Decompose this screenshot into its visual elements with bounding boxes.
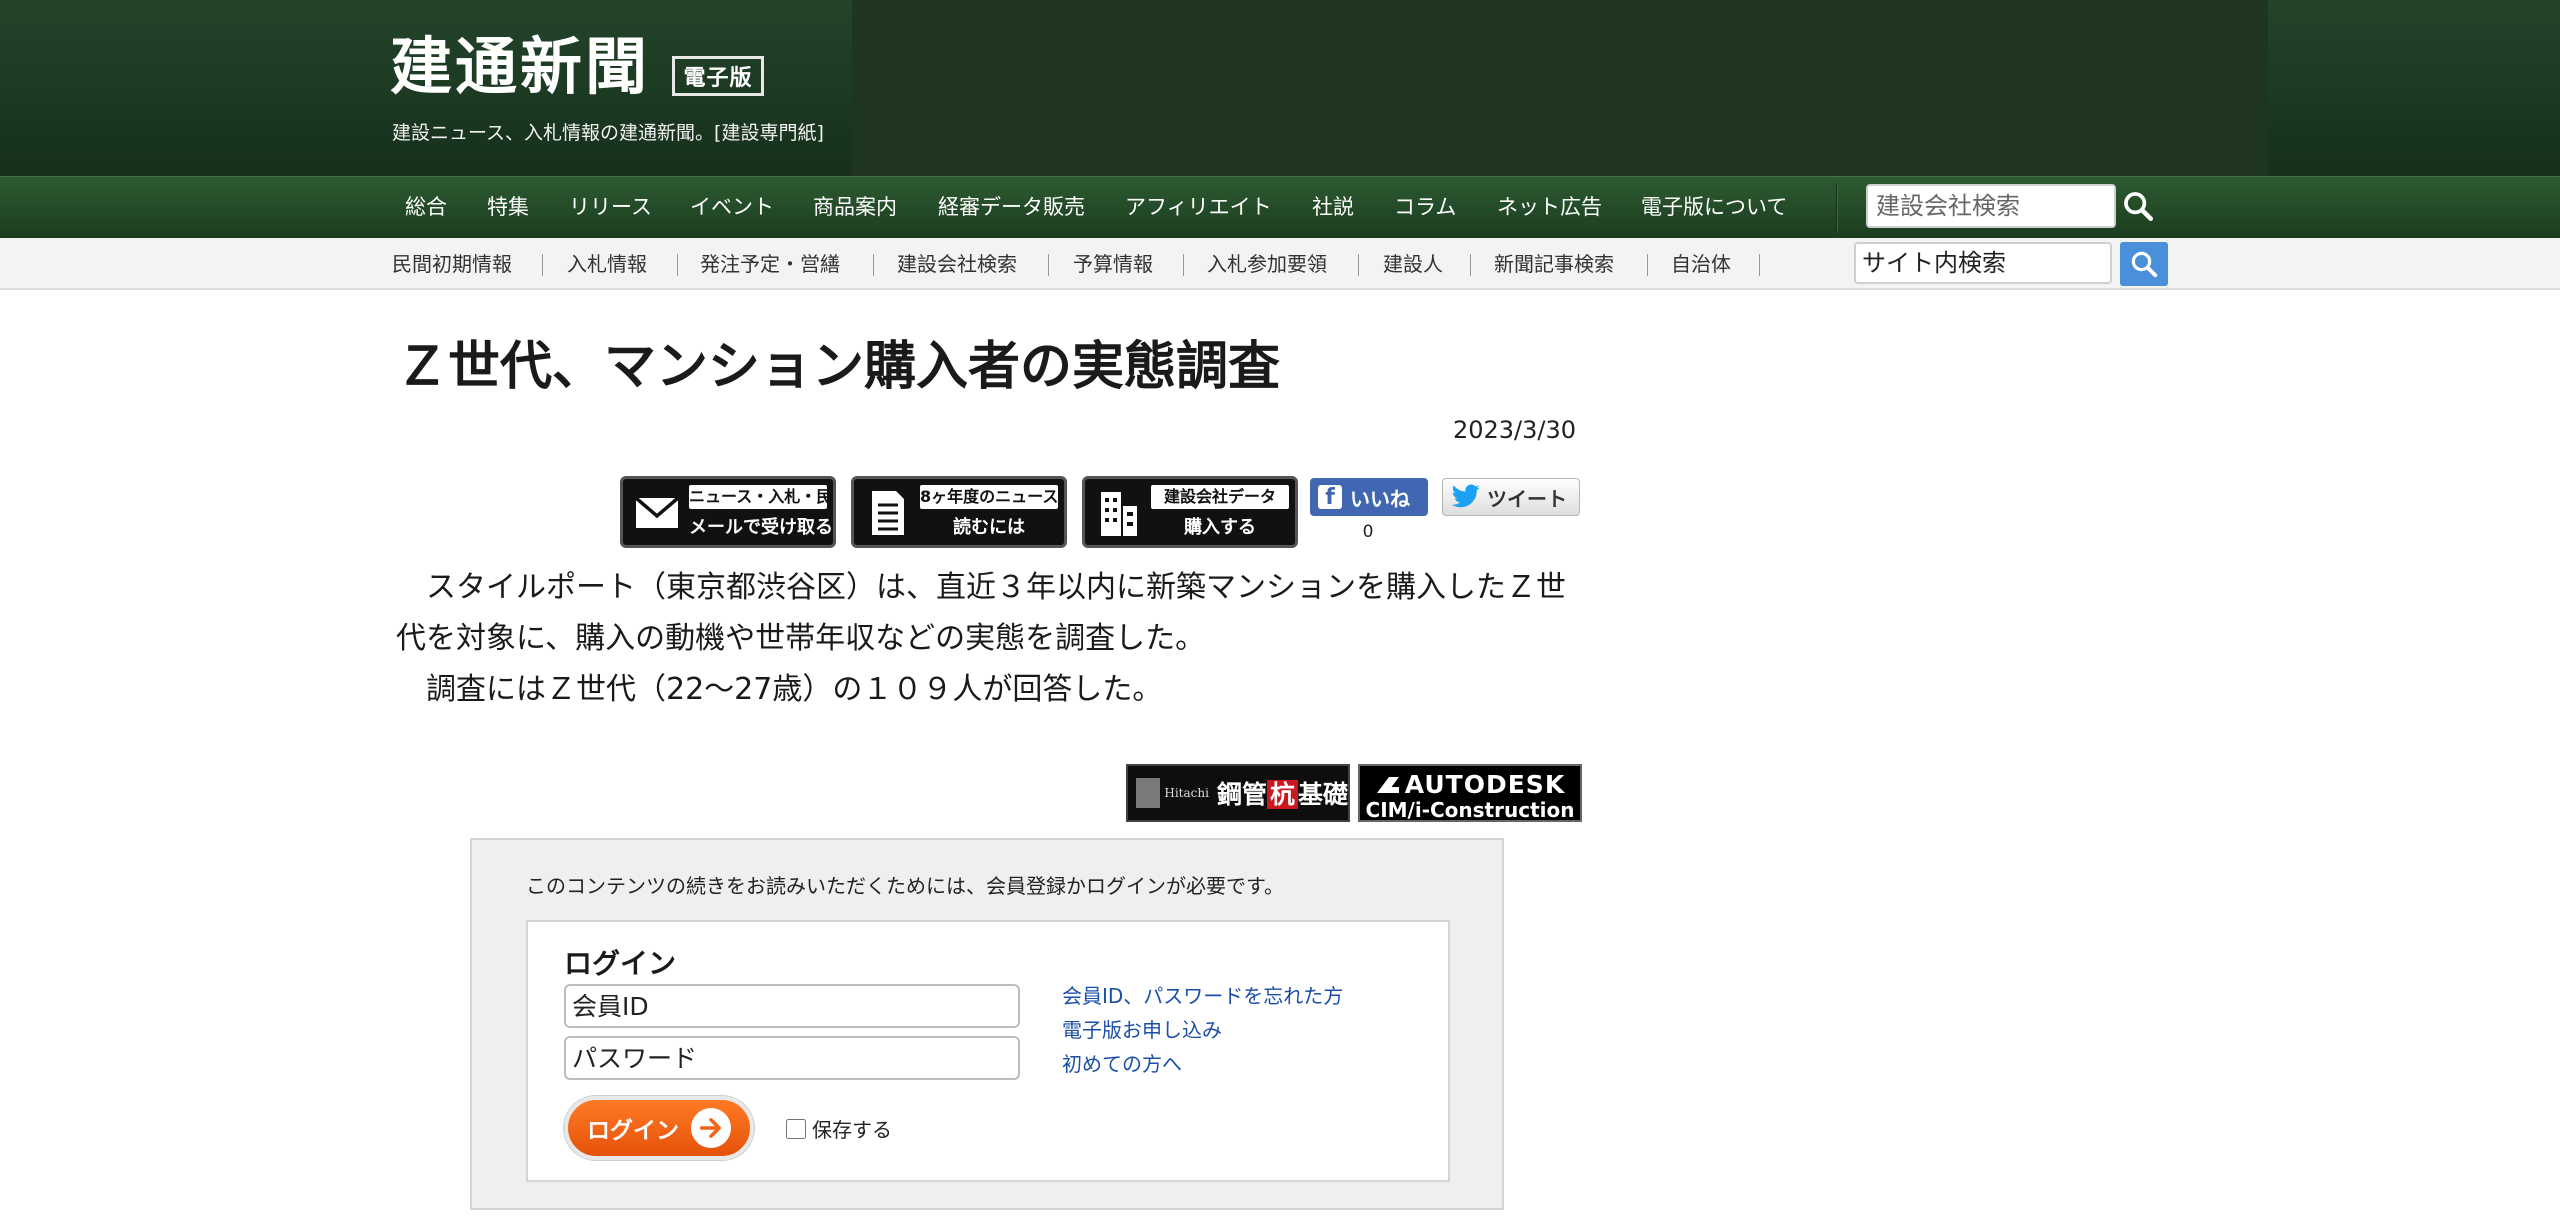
article-paragraph: 調査にはＺ世代（22～27歳）の１０９人が回答した。 xyxy=(396,672,1163,707)
autodesk-ad-subtitle: CIM/i-Construction xyxy=(1365,798,1575,822)
site-search-button[interactable] xyxy=(2120,242,2168,286)
password-input[interactable] xyxy=(564,1036,1020,1080)
first-time-link[interactable]: 初めての方へ xyxy=(1062,1048,1182,1077)
digital-subscription-link[interactable]: 電子版お申し込み xyxy=(1062,1014,1222,1043)
facebook-icon: f xyxy=(1318,485,1342,509)
subnav-municipalities[interactable]: 自治体 xyxy=(1671,238,1731,290)
autodesk-ad-banner[interactable]: AUTODESK CIM/i-Construction xyxy=(1358,764,1582,822)
facebook-like-label: いいね xyxy=(1350,486,1410,511)
nav-item-releases[interactable]: リリース xyxy=(569,177,652,239)
member-id-input[interactable] xyxy=(564,984,1020,1028)
remember-label: 保存する xyxy=(812,1118,892,1142)
subnav-separator xyxy=(1358,254,1359,276)
login-heading: ログイン xyxy=(564,947,677,980)
subnav-budget-info[interactable]: 予算情報 xyxy=(1073,238,1153,290)
nav-item-events[interactable]: イベント xyxy=(690,177,774,239)
subnav-separator xyxy=(1759,254,1760,276)
search-icon xyxy=(2124,192,2154,222)
subnav-bid-info[interactable]: 入札情報 xyxy=(567,238,647,290)
header-banner-area xyxy=(852,0,2268,176)
nav-item-products[interactable]: 商品案内 xyxy=(813,177,897,239)
mail-subscribe-button[interactable]: ニュース・入札・民間 メールで受け取る xyxy=(620,476,836,548)
subnav-company-search[interactable]: 建設会社検索 xyxy=(897,238,1017,290)
mail-subscribe-top: ニュース・入札・民間 xyxy=(689,485,833,509)
login-button-label: ログイン xyxy=(587,1118,679,1144)
hitachi-ad-main-text: 鋼管杭基礎 xyxy=(1216,780,1348,809)
mail-subscribe-bottom: メールで受け取る xyxy=(689,517,833,538)
article-title: Ｚ世代、マンション購入者の実態調査 xyxy=(396,337,1281,397)
sub-nav: 民間初期情報 入札情報 発注予定・営繕 建設会社検索 予算情報 入札参加要領 建… xyxy=(0,238,2560,290)
article-date: 2023/3/30 xyxy=(1452,416,1576,444)
edition-badge: 電子版 xyxy=(672,56,764,96)
paywall-box: このコンテンツの続きをお読みいただくためには、会員登録かログインが必要です。 ロ… xyxy=(470,838,1504,1210)
mail-icon xyxy=(631,487,683,539)
paywall-note: このコンテンツの続きをお読みいただくためには、会員登録かログインが必要です。 xyxy=(526,874,1284,898)
company-data-bottom: 購入する xyxy=(1184,517,1256,538)
nav-item-general[interactable]: 総合 xyxy=(405,177,447,239)
tweet-label: ツイート xyxy=(1487,486,1567,511)
nav-item-features[interactable]: 特集 xyxy=(487,177,529,239)
archive-news-bottom: 読むには xyxy=(953,517,1025,538)
subnav-separator xyxy=(1647,254,1648,276)
arrow-right-icon xyxy=(691,1108,731,1148)
subnav-bid-requirements[interactable]: 入札参加要領 xyxy=(1207,238,1327,290)
document-icon xyxy=(862,487,914,539)
archive-news-button[interactable]: 8ヶ年度のニュース 読むには xyxy=(851,476,1067,548)
subnav-separator xyxy=(1470,254,1471,276)
article-body: スタイルポート（東京都渋谷区）は、直近３年以内に新築マンションを購入したＺ世代を… xyxy=(396,562,1592,715)
subnav-order-schedule[interactable]: 発注予定・営繕 xyxy=(700,238,840,290)
login-button[interactable]: ログイン xyxy=(564,1096,754,1160)
company-search-button[interactable] xyxy=(2118,186,2158,226)
facebook-like-count: 0 xyxy=(1362,522,1374,542)
site-search-input[interactable] xyxy=(1854,242,2112,284)
tweet-button[interactable]: ツイート xyxy=(1442,478,1580,516)
subnav-separator xyxy=(542,254,543,276)
subnav-separator xyxy=(1183,254,1184,276)
twitter-bird-icon xyxy=(1451,484,1480,508)
autodesk-logo-icon xyxy=(1376,777,1399,793)
autodesk-ad-title: AUTODESK xyxy=(1360,770,1580,799)
hitachi-pile-ad-banner[interactable]: Hitachi 鋼管杭基礎 xyxy=(1126,764,1350,822)
nav-divider xyxy=(1836,183,1838,233)
remember-checkbox[interactable] xyxy=(786,1118,806,1139)
archive-news-top: 8ヶ年度のニュース xyxy=(920,485,1058,509)
subnav-article-search[interactable]: 新聞記事検索 xyxy=(1494,238,1614,290)
facebook-like-button[interactable]: f いいね xyxy=(1310,478,1428,516)
site-tagline: 建設ニュース、入札情報の建通新聞。[建設専門紙] xyxy=(392,122,824,144)
login-form: ログイン ログイン 保存する 会員ID、パスワードを忘れた方 電子版お申し込み … xyxy=(526,920,1450,1182)
nav-item-net-ads[interactable]: ネット広告 xyxy=(1497,177,1602,239)
hitachi-logo-icon xyxy=(1136,778,1161,808)
subnav-separator xyxy=(873,254,874,276)
nav-item-about-digital[interactable]: 電子版について xyxy=(1641,177,1787,239)
company-data-top: 建設会社データ xyxy=(1151,485,1289,509)
company-data-button[interactable]: 建設会社データ 購入する xyxy=(1082,476,1298,548)
remember-login[interactable]: 保存する xyxy=(786,1114,892,1143)
subnav-private-info[interactable]: 民間初期情報 xyxy=(392,238,512,290)
forgot-credentials-link[interactable]: 会員ID、パスワードを忘れた方 xyxy=(1062,980,1343,1009)
nav-item-column[interactable]: コラム xyxy=(1394,177,1456,239)
subnav-separator xyxy=(1048,254,1049,276)
main-nav: 総合 特集 リリース イベント 商品案内 経審データ販売 アフィリエイト 社説 … xyxy=(0,176,2560,238)
subnav-separator xyxy=(677,254,678,276)
site-logo-title[interactable]: 建通新聞 xyxy=(390,36,650,98)
search-icon xyxy=(2131,251,2158,278)
hitachi-ad-small-text: Hitachi xyxy=(1164,786,1209,800)
nav-item-affiliate[interactable]: アフィリエイト xyxy=(1125,177,1272,239)
building-icon xyxy=(1093,487,1145,539)
subnav-construction-people[interactable]: 建設人 xyxy=(1383,238,1443,290)
company-search-input[interactable] xyxy=(1866,184,2116,228)
article-paragraph: スタイルポート（東京都渋谷区）は、直近３年以内に新築マンションを購入したＺ世代を… xyxy=(396,570,1566,656)
nav-item-editorial[interactable]: 社説 xyxy=(1312,177,1354,239)
nav-item-keishin-data[interactable]: 経審データ販売 xyxy=(938,177,1085,239)
site-header: 建通新聞 電子版 建設ニュース、入札情報の建通新聞。[建設専門紙] xyxy=(0,0,2560,176)
